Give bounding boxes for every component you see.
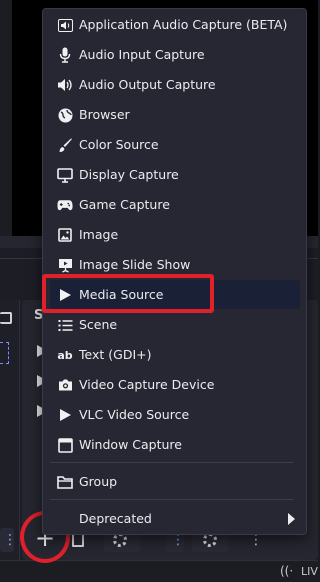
microphone-icon — [57, 47, 73, 63]
status-bar — [0, 560, 318, 582]
menu-item-label: Application Audio Capture (BETA) — [79, 17, 288, 32]
submenu-arrow-icon — [288, 513, 295, 525]
menu-item-color-source[interactable]: Color Source — [50, 130, 300, 159]
menu-item-game-capture[interactable]: Game Capture — [50, 190, 300, 219]
scenes-panel — [0, 300, 20, 560]
menu-item-label: Group — [79, 474, 118, 489]
menu-item-label: Scene — [79, 317, 118, 332]
menu-item-audio-input-capture[interactable]: Audio Input Capture — [50, 40, 300, 69]
slideshow-icon — [57, 257, 73, 273]
menu-item-group[interactable]: Group — [50, 467, 300, 496]
play-icon — [57, 407, 73, 423]
menu-separator — [50, 462, 293, 463]
menu-item-text-gdi[interactable]: ab Text (GDI+) — [50, 340, 300, 369]
annotation-rectangle — [42, 274, 214, 313]
menu-item-scene[interactable]: Scene — [50, 310, 300, 339]
speaker-icon — [57, 77, 73, 93]
menu-item-label: Display Capture — [79, 167, 179, 182]
speaker-icon — [57, 17, 73, 33]
live-status-label: LIV — [301, 565, 318, 578]
globe-icon — [57, 107, 73, 123]
menu-item-vlc-video-source[interactable]: VLC Video Source — [50, 400, 300, 429]
menu-item-display-capture[interactable]: Display Capture — [50, 160, 300, 189]
menu-item-browser[interactable]: Browser — [50, 100, 300, 129]
menu-item-label: VLC Video Source — [79, 407, 190, 422]
dock-float-icon[interactable] — [0, 312, 12, 324]
camera-icon — [57, 377, 73, 393]
menu-item-label: Image — [79, 227, 119, 242]
broadcast-icon: ((· — [280, 564, 294, 578]
menu-item-image[interactable]: Image — [50, 220, 300, 249]
paint-brush-icon — [57, 137, 73, 153]
menu-item-deprecated[interactable]: Deprecated — [50, 504, 300, 533]
text-icon: ab — [57, 348, 73, 362]
menu-item-audio-output-capture[interactable]: Audio Output Capture — [50, 70, 300, 99]
menu-item-label: Window Capture — [79, 437, 182, 452]
menu-separator — [50, 499, 293, 500]
menu-item-label: Text (GDI+) — [79, 347, 152, 362]
gamepad-icon — [57, 197, 73, 213]
image-icon — [57, 227, 73, 243]
menu-item-label: Video Capture Device — [79, 377, 215, 392]
scenes-menu-icon[interactable]: ⋮ — [3, 531, 17, 549]
menu-item-label: Audio Output Capture — [79, 77, 216, 92]
menu-item-label: Audio Input Capture — [79, 47, 205, 62]
gear-icon[interactable] — [113, 533, 127, 547]
monitor-icon — [57, 167, 73, 183]
menu-item-application-audio-capture[interactable]: Application Audio Capture (BETA) — [50, 10, 300, 39]
menu-item-label: Color Source — [79, 137, 159, 152]
window-icon — [57, 437, 73, 453]
folder-icon — [57, 474, 73, 490]
menu-item-label: Game Capture — [79, 197, 170, 212]
menu-item-video-capture-device[interactable]: Video Capture Device — [50, 370, 300, 399]
menu-item-label: Deprecated — [79, 511, 152, 526]
menu-item-window-capture[interactable]: Window Capture — [50, 430, 300, 459]
menu-item-label: Image Slide Show — [79, 257, 191, 272]
list-icon — [57, 317, 73, 333]
scene-list-item[interactable] — [0, 342, 9, 364]
gear-icon[interactable] — [203, 533, 217, 547]
menu-item-label: Browser — [79, 107, 130, 122]
